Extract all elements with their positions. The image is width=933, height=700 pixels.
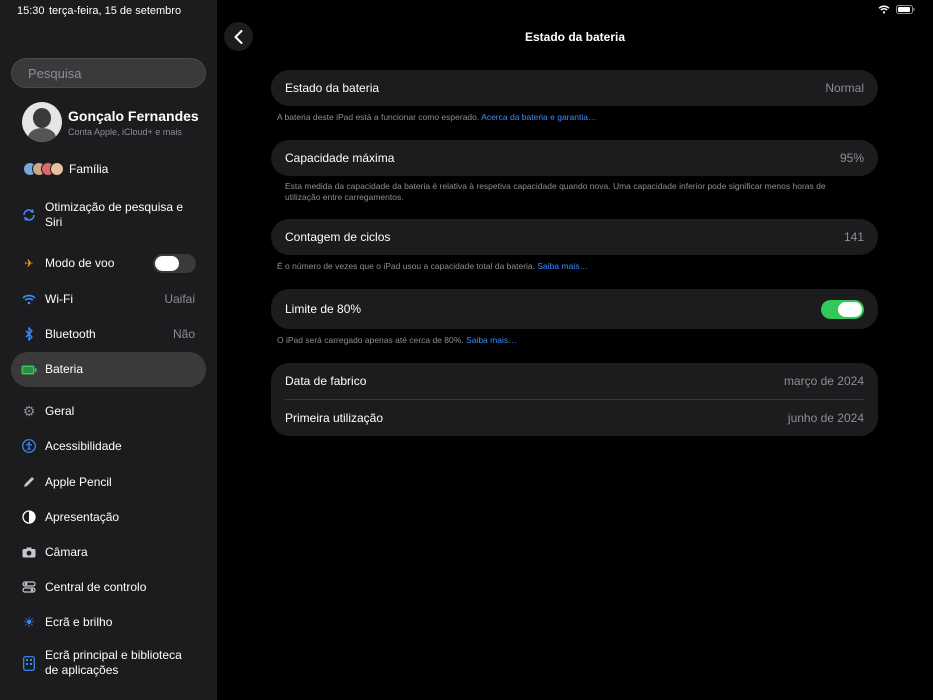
brightness-icon: ☀ xyxy=(22,613,36,630)
battery-status-icon xyxy=(896,5,915,14)
first-use-value: junho de 2024 xyxy=(787,411,864,425)
capacity-card: Capacidade máxima 95% xyxy=(271,140,878,176)
search-input[interactable] xyxy=(28,65,204,81)
sidebar-item-wifi[interactable]: Wi-Fi Uaifai xyxy=(11,291,206,307)
sidebar-item-label: Otimização de pesquisa e Siri xyxy=(45,200,184,229)
gear-icon: ⚙ xyxy=(22,402,36,419)
manufacture-value: março de 2024 xyxy=(783,374,864,388)
sidebar-item-label: Ecrã principal e biblioteca de aplicaçõe… xyxy=(45,648,182,677)
capacity-note: Esta medida da capacidade da bateria é r… xyxy=(285,181,826,202)
sidebar-item-label: Apresentação xyxy=(45,509,120,524)
home-screen-icon xyxy=(21,655,37,671)
limit-learn-more-link[interactable]: Saiba mais… xyxy=(466,335,517,345)
wifi-status-icon xyxy=(878,5,890,14)
cycles-note: É o número de vezes que o iPad usou a ca… xyxy=(277,261,867,272)
cycles-value: 141 xyxy=(843,230,864,244)
battery-state-label: Estado da bateria xyxy=(285,81,380,95)
battery-state-note: A bateria deste iPad está a funcionar co… xyxy=(277,112,867,123)
sidebar-item-family[interactable]: Família xyxy=(11,160,206,178)
avatar xyxy=(22,102,62,142)
battery-icon xyxy=(21,362,37,378)
family-avatars-icon xyxy=(23,162,64,176)
limit-row: Limite de 80% xyxy=(271,289,878,329)
sidebar-item-label: Acessibilidade xyxy=(45,438,122,453)
cycles-card: Contagem de ciclos 141 xyxy=(271,219,878,255)
cycles-note-text: É o número de vezes que o iPad usou a ca… xyxy=(277,261,536,271)
profile-subtitle: Conta Apple, iCloud+ e mais xyxy=(68,126,182,137)
limit-note-text: O iPad será carregado apenas até cerca d… xyxy=(277,335,464,345)
limit-label: Limite de 80% xyxy=(285,302,362,316)
cycles-label: Contagem de ciclos xyxy=(285,230,391,244)
sidebar-item-battery[interactable]: Bateria xyxy=(11,352,206,387)
limit-card: Limite de 80% xyxy=(271,289,878,329)
sidebar-item-label: Bateria xyxy=(45,362,84,376)
status-indicators xyxy=(878,5,915,14)
battery-warranty-link[interactable]: Acerca da bateria e garantia… xyxy=(481,112,596,122)
profile-name: Gonçalo Fernandes xyxy=(68,107,199,124)
sidebar-item-label: Bluetooth xyxy=(45,326,96,341)
capacity-row: Capacidade máxima 95% xyxy=(271,140,878,176)
capacity-value: 95% xyxy=(839,151,864,165)
cycles-row: Contagem de ciclos 141 xyxy=(271,219,878,255)
airplane-icon: ✈ xyxy=(24,258,34,270)
sidebar-item-bluetooth[interactable]: Bluetooth Não xyxy=(11,326,206,342)
manufacture-row: Data de fabrico março de 2024 xyxy=(271,363,878,399)
control-center-icon xyxy=(21,579,37,595)
camera-icon xyxy=(21,544,37,560)
sidebar-item-camera[interactable]: Câmara xyxy=(11,544,206,560)
wifi-icon xyxy=(21,291,37,307)
bluetooth-value: Não xyxy=(172,327,195,341)
dates-card: Data de fabrico março de 2024 Primeira u… xyxy=(271,363,878,436)
pencil-icon xyxy=(21,474,37,490)
sidebar-item-home-screen[interactable]: Ecrã principal e biblioteca de aplicaçõe… xyxy=(11,647,206,679)
sidebar-item-airplane[interactable]: ✈ Modo de voo xyxy=(11,254,206,273)
sidebar-item-siri[interactable]: Otimização de pesquisa e Siri xyxy=(11,199,206,231)
status-time: 15:30 xyxy=(17,5,45,17)
sidebar-item-label: Apple Pencil xyxy=(45,474,112,489)
search-field[interactable] xyxy=(11,58,206,88)
sidebar-item-label: Geral xyxy=(45,403,75,418)
sidebar-item-label: Câmara xyxy=(45,544,88,559)
sidebar-item-general[interactable]: ⚙ Geral xyxy=(11,403,206,419)
sidebar: 15:30 terça-feira, 15 de setembro Gonçal… xyxy=(0,0,217,700)
battery-state-row: Estado da bateria Normal xyxy=(271,70,878,106)
sidebar-item-control-center[interactable]: Central de controlo xyxy=(11,579,206,595)
cycles-learn-more-link[interactable]: Saiba mais… xyxy=(537,261,588,271)
sidebar-item-pencil[interactable]: Apple Pencil xyxy=(11,474,206,490)
sidebar-item-label: Ecrã e brilho xyxy=(45,614,113,629)
airplane-toggle[interactable] xyxy=(153,254,196,273)
limit-note: O iPad será carregado apenas até cerca d… xyxy=(277,335,867,346)
capacity-label: Capacidade máxima xyxy=(285,151,395,165)
sidebar-item-label: Família xyxy=(69,161,109,176)
battery-state-note-text: A bateria deste iPad está a funcionar co… xyxy=(277,112,480,122)
sidebar-item-appearance[interactable]: Apresentação xyxy=(11,509,206,525)
appearance-icon xyxy=(21,509,37,525)
sidebar-item-label: Central de controlo xyxy=(45,579,147,594)
profile-row[interactable]: Gonçalo Fernandes Conta Apple, iCloud+ e… xyxy=(22,102,199,142)
status-date: terça-feira, 15 de setembro xyxy=(49,5,182,17)
page-title: Estado da bateria xyxy=(524,30,626,44)
bluetooth-icon xyxy=(21,326,37,342)
first-use-label: Primeira utilização xyxy=(285,411,384,425)
manufacture-label: Data de fabrico xyxy=(285,374,367,388)
battery-state-card: Estado da bateria Normal xyxy=(271,70,878,106)
battery-state-value: Normal xyxy=(825,81,864,95)
accessibility-icon xyxy=(21,438,37,454)
sidebar-item-brightness[interactable]: ☀ Ecrã e brilho xyxy=(11,614,206,630)
sidebar-item-label: Wi-Fi xyxy=(45,291,73,306)
sidebar-item-accessibility[interactable]: Acessibilidade xyxy=(11,438,206,454)
limit-80-toggle[interactable] xyxy=(821,299,864,319)
sidebar-item-label: Modo de voo xyxy=(45,256,115,270)
siri-icon xyxy=(21,207,37,223)
first-use-row: Primeira utilização junho de 2024 xyxy=(271,400,878,436)
wifi-value: Uaifai xyxy=(164,292,195,306)
